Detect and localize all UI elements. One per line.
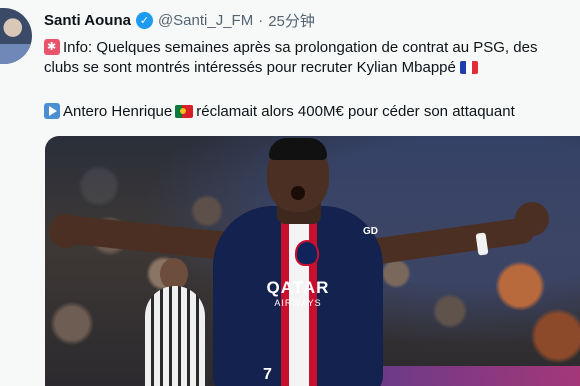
tweet-text-line-3: Antero Henrique réclamait alors 400M€ pou…: [44, 102, 580, 122]
author-avatar[interactable]: [0, 8, 32, 64]
jersey-sponsor: QATAR: [266, 278, 330, 297]
club-crest-icon: [295, 240, 319, 266]
player-right-hand: [515, 202, 549, 236]
verified-badge-icon: ✓: [135, 12, 153, 29]
tweet-text-1: Info: Quelques semaines après sa prolong…: [63, 39, 538, 56]
tweet-text-line-2: clubs se sont montrés intéressés pour re…: [44, 58, 580, 78]
france-flag-icon: [459, 61, 478, 74]
author-handle[interactable]: @Santi_J_FM: [158, 12, 253, 29]
tweet-text-3a: Antero Henrique: [63, 103, 173, 120]
tweet-text-line-1: Info: Quelques semaines après sa prolong…: [44, 38, 580, 58]
play-emoji-icon: [44, 103, 60, 119]
sleeve-badge: GD: [363, 226, 378, 237]
jersey-sponsor-sub: AIRWAYS: [274, 298, 322, 308]
portugal-flag-icon: [175, 105, 194, 118]
tweet-timestamp[interactable]: 25分钟: [268, 10, 315, 31]
tweet-text-2: clubs se sont montrés intéressés pour re…: [44, 59, 456, 76]
ad-board: [375, 366, 580, 386]
background-player: [145, 286, 205, 386]
player-left-hand: [49, 214, 83, 248]
tweet-header: Santi Aouna ✓ @Santi_J_FM · 25分钟: [44, 10, 315, 31]
player-mouth: [291, 186, 305, 200]
alert-emoji-icon: [44, 39, 60, 55]
player-hair: [269, 138, 327, 160]
separator-dot: ·: [258, 12, 264, 29]
tweet-photo[interactable]: QATAR AIRWAYS GD 7: [45, 136, 580, 386]
shorts-number: 7: [263, 366, 272, 383]
author-name[interactable]: Santi Aouna: [44, 12, 131, 29]
tweet-text-3b: réclamait alors 400M€ pour céder son att…: [196, 103, 515, 120]
